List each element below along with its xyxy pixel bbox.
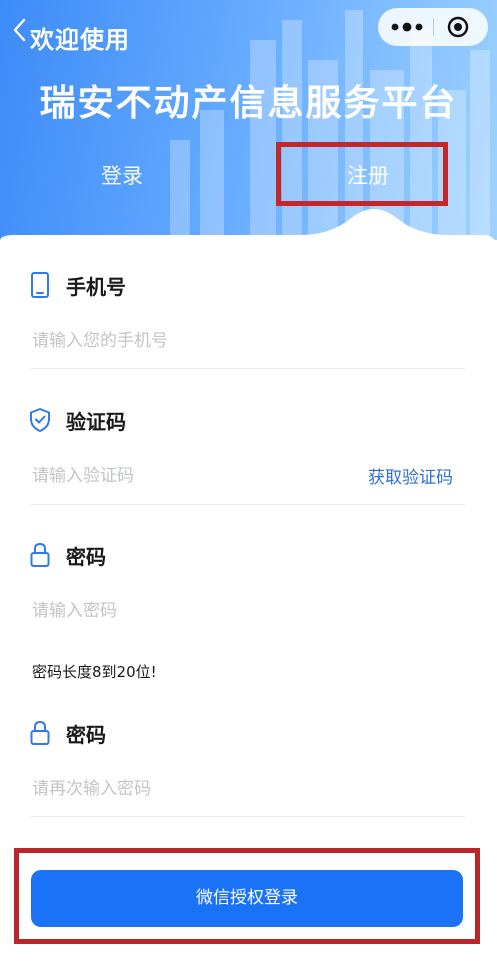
capsule-divider: [433, 18, 434, 36]
more-dots-icon[interactable]: [390, 19, 424, 35]
confirm-password-input[interactable]: [32, 775, 462, 803]
code-label-row: 验证码: [28, 405, 126, 435]
divider: [30, 368, 465, 369]
phone-label: 手机号: [66, 274, 126, 299]
highlight-box-register-tab: [276, 142, 448, 206]
phone-input[interactable]: [32, 327, 462, 355]
password-label: 密码: [66, 544, 106, 569]
phone-label-row: 手机号: [28, 270, 126, 300]
tab-login[interactable]: 登录: [101, 160, 143, 190]
code-label: 验证码: [66, 409, 126, 434]
password-input[interactable]: [32, 597, 462, 625]
target-circle-icon[interactable]: [447, 16, 469, 38]
wechat-auth-login-button[interactable]: 微信授权登录: [31, 870, 463, 927]
divider: [30, 816, 465, 817]
password-label-row: 密码: [28, 540, 106, 570]
lock-icon: [30, 720, 50, 745]
lock-icon: [30, 542, 50, 567]
verification-code-input[interactable]: [32, 462, 352, 490]
chevron-left-icon[interactable]: [10, 16, 30, 44]
miniprogram-capsule: [378, 8, 488, 46]
nav-title: 欢迎使用: [30, 26, 130, 54]
phone-icon: [31, 272, 49, 298]
confirm-password-label: 密码: [66, 722, 106, 747]
password-hint: 密码长度8到20位!: [32, 663, 157, 681]
app-title: 瑞安不动产信息服务平台: [39, 83, 458, 124]
shield-check-icon: [30, 408, 50, 432]
get-code-button[interactable]: 获取验证码: [368, 463, 453, 488]
confirm-password-label-row: 密码: [28, 718, 106, 748]
divider: [30, 504, 465, 505]
header-banner: 欢迎使用 瑞安不动产信息服务平台 登录 注册: [0, 0, 497, 260]
